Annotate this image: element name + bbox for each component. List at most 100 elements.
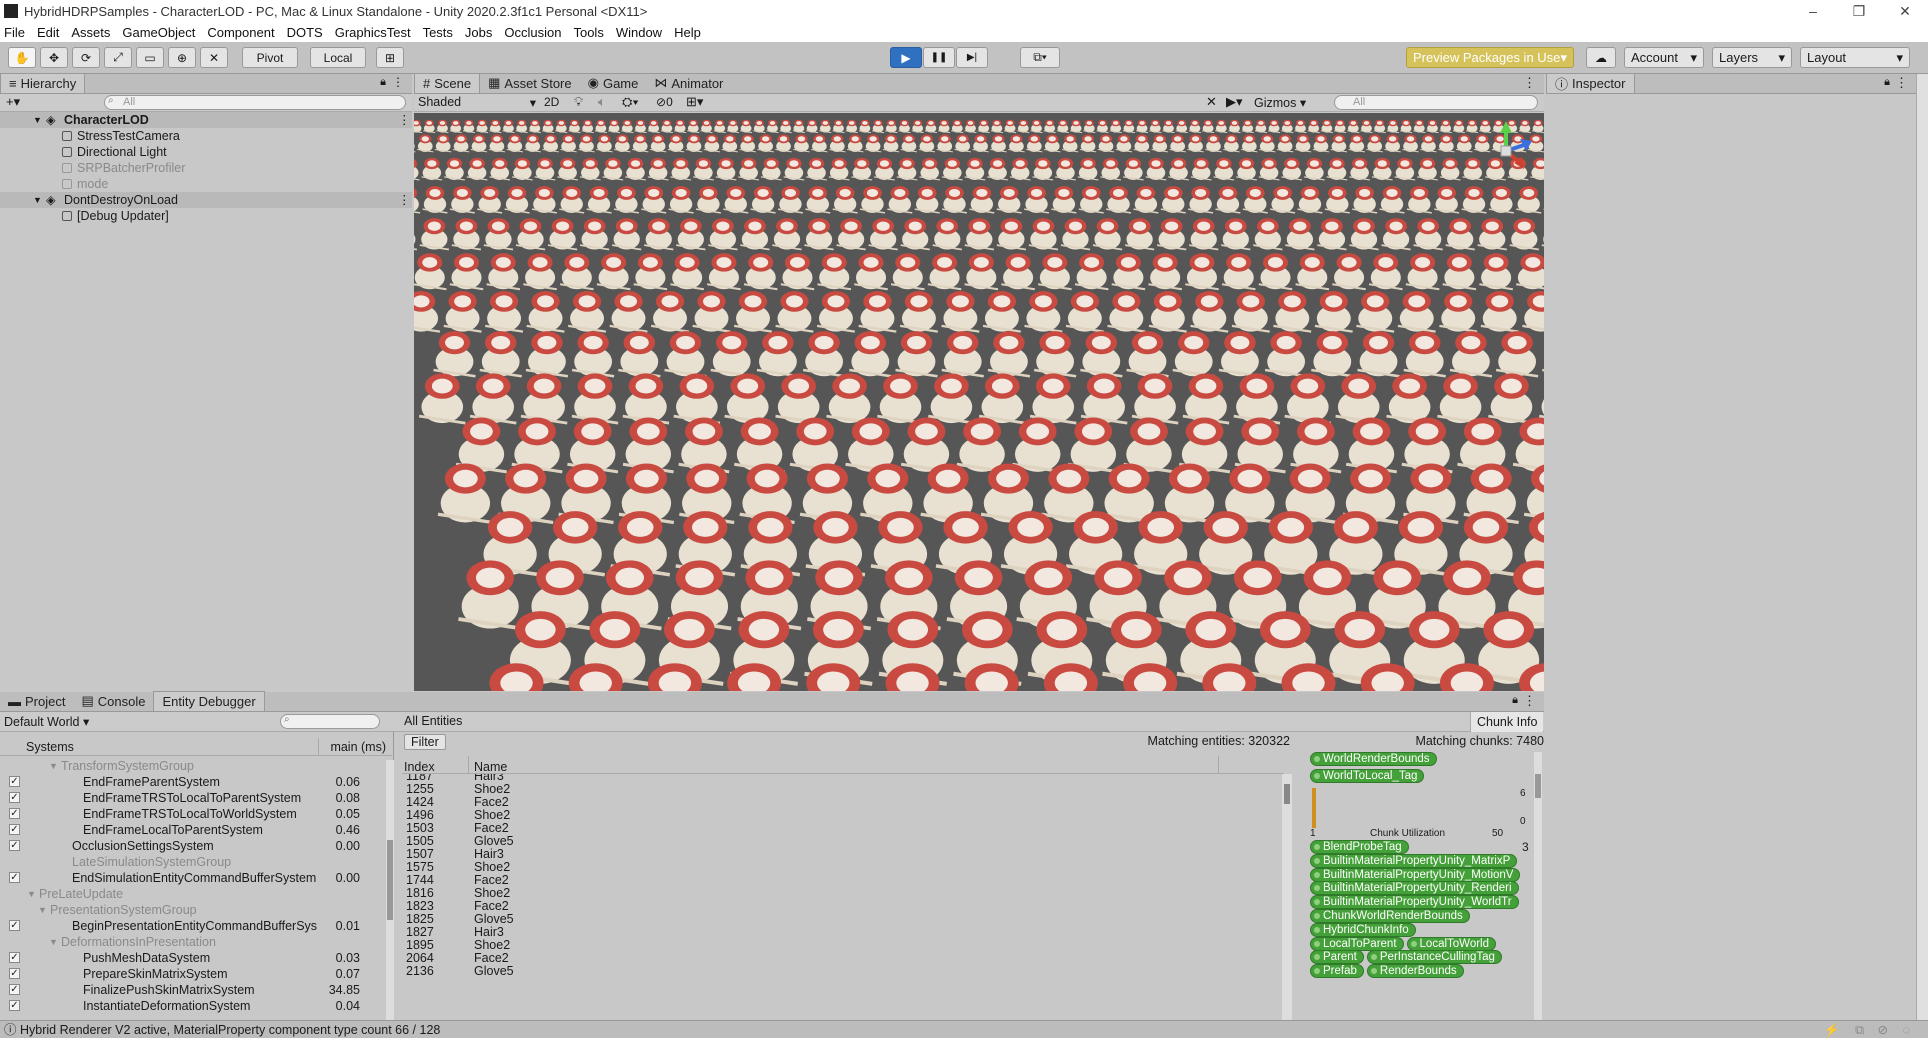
component-pill[interactable]: BlendProbeTag [1310, 840, 1409, 854]
tab-hierarchy[interactable]: ≡ Hierarchy [0, 73, 86, 93]
menu-occlusion[interactable]: Occlusion [504, 25, 561, 40]
collab-button[interactable]: ⧉▾ [1020, 47, 1060, 68]
component-pill[interactable]: HybridChunkInfo [1310, 922, 1416, 937]
window-scrollbar[interactable] [1916, 74, 1928, 1020]
lock-icon[interactable]: 🔒︎ [1884, 76, 1890, 89]
entity-scrollbar[interactable] [1282, 774, 1292, 1020]
lock-icon[interactable]: 🔒︎ [380, 76, 386, 89]
chunk-info-toggle[interactable]: Chunk Info [1470, 712, 1544, 732]
scene-orientation-gizmo[interactable] [1474, 119, 1538, 183]
2d-toggle[interactable]: 2D [544, 95, 559, 109]
local-toggle[interactable]: Local [310, 47, 366, 68]
layout-dropdown[interactable]: Layout ▾ [1800, 47, 1910, 68]
hierarchy-item[interactable]: StressTestCamera [0, 128, 412, 144]
menu-edit[interactable]: Edit [37, 25, 59, 40]
hierarchy-item[interactable]: Directional Light [0, 144, 412, 160]
component-pill[interactable]: BuiltinMaterialPropertyUnity_Renderi [1310, 881, 1519, 896]
menu-graphicstest[interactable]: GraphicsTest [335, 25, 411, 40]
menu-file[interactable]: File [4, 25, 25, 40]
scale-tool-button[interactable]: ⤢ [104, 47, 132, 68]
tab-console[interactable]: ▤ Console [73, 691, 153, 711]
more-options-icon[interactable]: ⋮ [1523, 693, 1536, 709]
component-pill[interactable]: ChunkWorldRenderBounds [1310, 909, 1470, 923]
more-options-icon[interactable]: ⋮ [398, 192, 411, 208]
menu-component[interactable]: Component [207, 25, 274, 40]
custom-tool-button[interactable]: ✕ [200, 47, 228, 68]
menu-tools[interactable]: Tools [573, 25, 603, 40]
menu-window[interactable]: Window [616, 25, 662, 40]
more-options-icon[interactable]: ⋮ [392, 75, 404, 89]
tools-icon[interactable]: ✕ [1206, 94, 1217, 110]
expand-arrow-icon[interactable]: ▼ [33, 192, 42, 208]
cloud-button[interactable]: ☁ [1586, 47, 1616, 68]
hierarchy-scene-characterlod[interactable]: ▼ ◈ CharacterLOD ⋮ [0, 112, 412, 128]
effects-toggle-icon[interactable]: ⛭▾ [622, 94, 639, 110]
maximize-button[interactable]: ❐ [1836, 0, 1882, 22]
transform-tool-button[interactable]: ⊕ [168, 47, 196, 68]
tab-entity-debugger[interactable]: Entity Debugger [153, 691, 265, 711]
hierarchy-item[interactable]: mode [0, 176, 412, 192]
component-pill[interactable]: BuiltinMaterialPropertyUnity_MatrixP [1310, 853, 1518, 868]
filter-button[interactable]: Filter [404, 734, 446, 750]
close-button[interactable]: ✕ [1882, 0, 1928, 22]
pivot-toggle[interactable]: Pivot [242, 47, 298, 68]
systems-search-input[interactable] [280, 714, 380, 729]
move-tool-button[interactable]: ✥ [40, 47, 68, 68]
lock-icon[interactable]: 🔒︎ [1512, 694, 1518, 707]
scene-viewport[interactable] [414, 113, 1544, 691]
step-button[interactable]: ▶| [956, 47, 988, 68]
chunk-scrollbar[interactable] [1534, 752, 1542, 1020]
status-message[interactable]: Hybrid Renderer V2 active, MaterialPrope… [20, 1021, 440, 1039]
pause-button[interactable]: ❚❚ [923, 47, 955, 68]
menu-dots[interactable]: DOTS [287, 25, 323, 40]
scene-search-input[interactable]: All [1334, 95, 1538, 110]
component-pill[interactable]: LocalToWorld [1406, 936, 1496, 951]
hidden-objects-toggle[interactable]: ⊘0 [656, 95, 673, 109]
hierarchy-scene-dontdestroyonload[interactable]: ▼ ◈ DontDestroyOnLoad ⋮ [0, 192, 412, 208]
expand-arrow-icon[interactable]: ▼ [33, 112, 42, 128]
menu-help[interactable]: Help [674, 25, 701, 40]
component-pill[interactable]: Parent [1310, 950, 1364, 965]
menu-gameobject[interactable]: GameObject [122, 25, 195, 40]
component-pill[interactable]: WorldRenderBounds [1310, 752, 1437, 766]
shading-mode-dropdown[interactable]: Shaded ▾ [418, 95, 536, 111]
hierarchy-item[interactable]: [Debug Updater] [0, 208, 412, 224]
all-entities-label[interactable]: All Entities [404, 714, 462, 728]
component-pill[interactable]: BuiltinMaterialPropertyUnity_MotionV [1310, 867, 1521, 882]
world-dropdown[interactable]: Default World ▾ [4, 714, 89, 729]
more-options-icon[interactable]: ⋮ [1895, 75, 1908, 91]
rect-tool-button[interactable]: ▭ [136, 47, 164, 68]
component-pill[interactable]: Prefab [1310, 964, 1364, 979]
rotate-tool-button[interactable]: ⟳ [72, 47, 100, 68]
preview-packages-dropdown[interactable]: Preview Packages in Use ▾ [1406, 47, 1574, 68]
tab-inspector[interactable]: ⓘ Inspector [1546, 73, 1635, 93]
grid-snap-button[interactable]: ⊞ [376, 47, 404, 68]
component-pill[interactable]: RenderBounds [1366, 964, 1464, 979]
tab-animator[interactable]: ⋈ Animator [646, 73, 731, 93]
more-options-icon[interactable]: ⋮ [1523, 75, 1536, 91]
progress-icon[interactable]: ⚡ [1824, 1021, 1840, 1039]
gizmos-dropdown[interactable]: Gizmos ▾ [1254, 95, 1306, 110]
hand-tool-button[interactable]: ✋ [8, 47, 36, 68]
menu-tests[interactable]: Tests [423, 25, 453, 40]
play-button[interactable]: ▶ [890, 47, 922, 68]
menu-assets[interactable]: Assets [71, 25, 110, 40]
component-pill[interactable]: WorldToLocal_Tag [1310, 769, 1425, 783]
hierarchy-search-input[interactable]: All [104, 95, 406, 110]
component-pill[interactable]: BuiltinMaterialPropertyUnity_WorldTr [1310, 895, 1519, 910]
hierarchy-item[interactable]: SRPBatcherProfiler [0, 160, 412, 176]
tab-project[interactable]: ▬ Project [0, 691, 73, 711]
camera-icon[interactable]: ▶︎▾ [1226, 94, 1243, 110]
settings-icon[interactable]: ◌ [1903, 1021, 1910, 1039]
layers-dropdown[interactable]: Layers ▾ [1712, 47, 1792, 68]
component-pill[interactable]: PerInstanceCullingTag [1366, 950, 1502, 965]
system-row[interactable]: ▼ TransformSystemGroup [0, 758, 392, 774]
audio-toggle-icon[interactable]: 🔈︎ [598, 94, 606, 110]
debug-icon[interactable]: ⊘ [1878, 1021, 1888, 1039]
more-options-icon[interactable]: ⋮ [398, 112, 411, 128]
tab-scene[interactable]: # Scene [414, 73, 481, 93]
lighting-toggle-icon[interactable]: 💡︎ [574, 94, 583, 110]
grid-toggle-icon[interactable]: ⊞▾ [686, 94, 703, 110]
add-dropdown[interactable]: +▾ [6, 94, 20, 110]
tab-game[interactable]: ◉ Game [580, 73, 647, 93]
